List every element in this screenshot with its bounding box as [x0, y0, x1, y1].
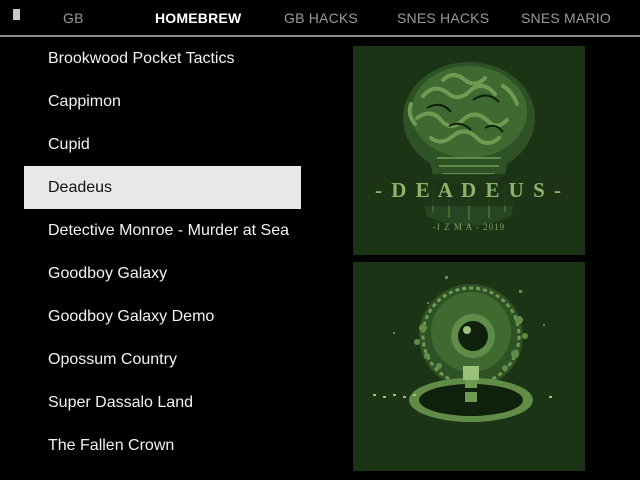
top-navigation: GB HOMEBREW GB HACKS SNES HACKS SNES MAR… [0, 0, 640, 37]
menu-icon[interactable] [13, 9, 20, 20]
list-item[interactable]: Detective Monroe - Murder at Sea [24, 209, 301, 252]
list-item[interactable]: Opossum Country [24, 338, 301, 381]
list-item[interactable]: Cupid [24, 123, 301, 166]
tab-gb-hacks[interactable]: GB HACKS [284, 10, 358, 26]
game-list: Brookwood Pocket Tactics Cappimon Cupid … [24, 37, 301, 467]
game-logo-text: - D E A D E U S - [375, 178, 563, 202]
gameplay-screenshot [353, 262, 585, 471]
list-item[interactable]: Super Dassalo Land [24, 381, 301, 424]
tab-homebrew[interactable]: HOMEBREW [155, 10, 241, 26]
tab-snes-mario[interactable]: SNES MARIO [521, 10, 611, 26]
list-item[interactable]: Cappimon [24, 80, 301, 123]
list-item[interactable]: Brookwood Pocket Tactics [24, 37, 301, 80]
list-item[interactable]: The Fallen Crown [24, 424, 301, 467]
list-item[interactable]: Goodboy Galaxy Demo [24, 295, 301, 338]
tab-snes-hacks[interactable]: SNES HACKS [397, 10, 489, 26]
game-credit-text: -I Z M A - 2019 [433, 222, 505, 232]
list-item-selected[interactable]: Deadeus [24, 166, 301, 209]
list-item[interactable]: Goodboy Galaxy [24, 252, 301, 295]
tab-gb[interactable]: GB [63, 10, 84, 26]
title-screen-image: - D E A D E U S - -I Z M A - 2019 [353, 46, 585, 255]
